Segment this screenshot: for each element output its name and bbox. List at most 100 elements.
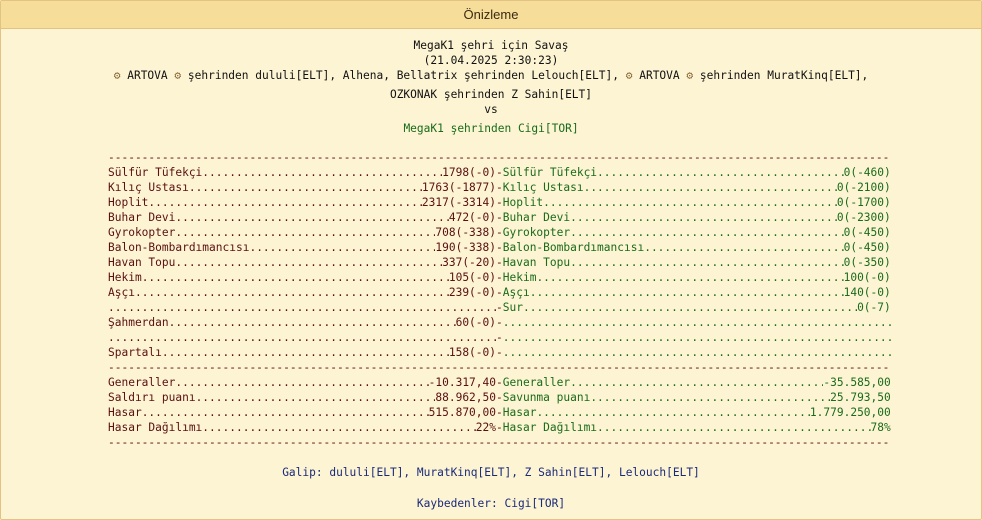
dot-leader [503, 330, 891, 345]
attacker-unit-name: Kılıç Ustası [108, 181, 189, 194]
column-separator: - [496, 391, 503, 404]
defender-cell: Gyrokopter 0(-450) [503, 225, 891, 240]
dot-leader [530, 285, 844, 300]
defender-cell: Aşçı 140(-0) [503, 285, 891, 300]
column-separator: - [496, 406, 503, 419]
stats-table: Generaller-10.317,40-Generaller-35.585,0… [108, 375, 891, 435]
dot-leader [543, 195, 837, 210]
winner-line: Galip: dululi[ELT], MuratKinq[ELT], Z Sa… [282, 466, 700, 479]
attacker-unit-name: Şahmerdan [108, 316, 169, 329]
column-separator: - [496, 286, 503, 299]
attacker-text: şehrinden dululi[ELT], Alhena, Bellatrix… [187, 69, 619, 82]
attacker-cell: Hasar Dağılımı 22% [108, 420, 496, 435]
attacker-unit-value: 190(-338) [435, 241, 496, 254]
unit-row: Spartalı 158(-0)- [108, 345, 888, 360]
dot-leader [175, 225, 435, 240]
column-separator: - [496, 271, 503, 284]
attacker-unit-value: -10.317,40 [428, 376, 496, 389]
unit-row: Hekim105(-0)-Hekim100(-0) [108, 270, 891, 285]
attacker-unit-value: 60(-0) [455, 316, 496, 329]
unit-row: Sülfür Tüfekçi1798(-0)-Sülfür Tüfekçi0(-… [108, 165, 891, 180]
attacker-text: şehrinden MuratKinq[ELT], [699, 69, 869, 82]
battle-title: MegaK1 şehri için Savaş [413, 39, 569, 52]
unit-row: Şahmerdan 60(-0)- [108, 315, 888, 330]
gear-icon: ⚙ [625, 69, 633, 82]
defender-unit-name: Aşçı [502, 286, 530, 299]
unit-row: Kılıç Ustası1763(-1877)-Kılıç Ustası0(-2… [108, 180, 891, 195]
unit-table: Sülfür Tüfekçi1798(-0)-Sülfür Tüfekçi0(-… [108, 165, 891, 360]
dot-leader [536, 405, 809, 420]
defender-unit-name: Sur [502, 301, 523, 314]
defender-cell: Hasar Dağılımı 78% [503, 420, 891, 435]
defender-unit-name: Hoplit [502, 196, 544, 209]
attacker-unit-value: 88.962,50 [435, 391, 496, 404]
attacker-unit-name: Generaller [108, 376, 176, 389]
dot-leader [196, 390, 436, 405]
column-separator: - [496, 196, 503, 209]
column-separator: - [496, 421, 503, 434]
dot-leader [570, 255, 843, 270]
defender-cell: Buhar Devi 0(-2300) [503, 210, 891, 225]
attacker-cell: Buhar Devi 472(-0) [108, 210, 496, 225]
attacker-cell: Saldırı puanı 88.962,50 [108, 390, 496, 405]
dot-leader [644, 240, 843, 255]
defender-unit-value: 0(-450) [843, 241, 891, 254]
dot-leader [202, 420, 475, 435]
dot-leader [536, 270, 843, 285]
attacker-unit-value: 708(-338) [435, 226, 496, 239]
unit-row: Gyrokopter 708(-338)-Gyrokopter0(-450) [108, 225, 891, 240]
defender-unit-name: Sülfür Tüfekçi [502, 166, 598, 179]
dot-leader [590, 390, 830, 405]
unit-row: Aşçı239(-0)-Aşçı140(-0) [108, 285, 891, 300]
defender-unit-name: Kılıç Ustası [502, 181, 584, 194]
column-separator: - [496, 226, 503, 239]
defender-unit-value: 0(-2100) [836, 181, 891, 194]
defender-cell [503, 315, 891, 330]
dot-leader [108, 300, 496, 315]
dot-leader [597, 165, 844, 180]
attacker-city: ARTOVA [639, 69, 680, 82]
defender-unit-value: -35.585,00 [823, 376, 891, 389]
stat-row: Generaller-10.317,40-Generaller-35.585,0… [108, 375, 891, 390]
attacker-unit-value: 105(-0) [448, 271, 496, 284]
attacker-unit-value: 515.870,00 [428, 406, 496, 419]
battle-datetime: (21.04.2025 2:30:23) [423, 54, 559, 67]
dot-leader [249, 240, 435, 255]
stat-row: Hasar Dağılımı22%-Hasar Dağılımı78% [108, 420, 891, 435]
attacker-unit-name: Buhar Devi [108, 211, 176, 224]
defender-cell: Kılıç Ustası 0(-2100) [503, 180, 891, 195]
defender-unit-value: 0(-450) [843, 226, 891, 239]
vs-label: vs [484, 103, 498, 116]
unit-row: Buhar Devi472(-0)-Buhar Devi0(-2300) [108, 210, 891, 225]
gear-icon: ⚙ [113, 69, 121, 82]
attacker-unit-name: Hasar Dağılımı [108, 421, 203, 434]
attacker-cell: Spartalı 158(-0) [108, 345, 496, 360]
defender-unit-name: Buhar Devi [502, 211, 571, 224]
unit-row: -Sur 0(-7) [108, 300, 891, 315]
attacker-unit-name: Sülfür Tüfekçi [108, 166, 203, 179]
attacker-cell [108, 300, 496, 315]
attacker-unit-name: Gyrokopter [108, 226, 176, 239]
divider [108, 150, 888, 165]
defender-cell: Hasar 1.779.250,00 [503, 405, 891, 420]
dot-leader [175, 255, 442, 270]
defender-unit-name: Havan Topu [502, 256, 571, 269]
attacker-unit-value: 2317(-3314) [421, 196, 496, 209]
attacker-unit-value: 1763(-1877) [421, 181, 496, 194]
column-separator: - [496, 181, 503, 194]
attacker-cell: Sülfür Tüfekçi 1798(-0) [108, 165, 496, 180]
divider [108, 435, 888, 450]
dot-leader [523, 300, 857, 315]
attacker-cell: Aşçı 239(-0) [108, 285, 496, 300]
dot-leader [202, 165, 442, 180]
gear-icon: ⚙ [686, 69, 694, 82]
dot-leader [142, 405, 429, 420]
dot-leader [503, 315, 891, 330]
defender-cell: Sülfür Tüfekçi 0(-460) [503, 165, 891, 180]
defender-line: MegaK1 şehrinden Cigi[TOR] [403, 122, 579, 135]
dot-leader [584, 180, 837, 195]
defender-cell: Havan Topu 0(-350) [503, 255, 891, 270]
defender-unit-value: 78% [870, 421, 891, 434]
defender-cell: Savunma puanı 25.793,50 [503, 390, 891, 405]
attacker-cell: Şahmerdan 60(-0) [108, 315, 496, 330]
